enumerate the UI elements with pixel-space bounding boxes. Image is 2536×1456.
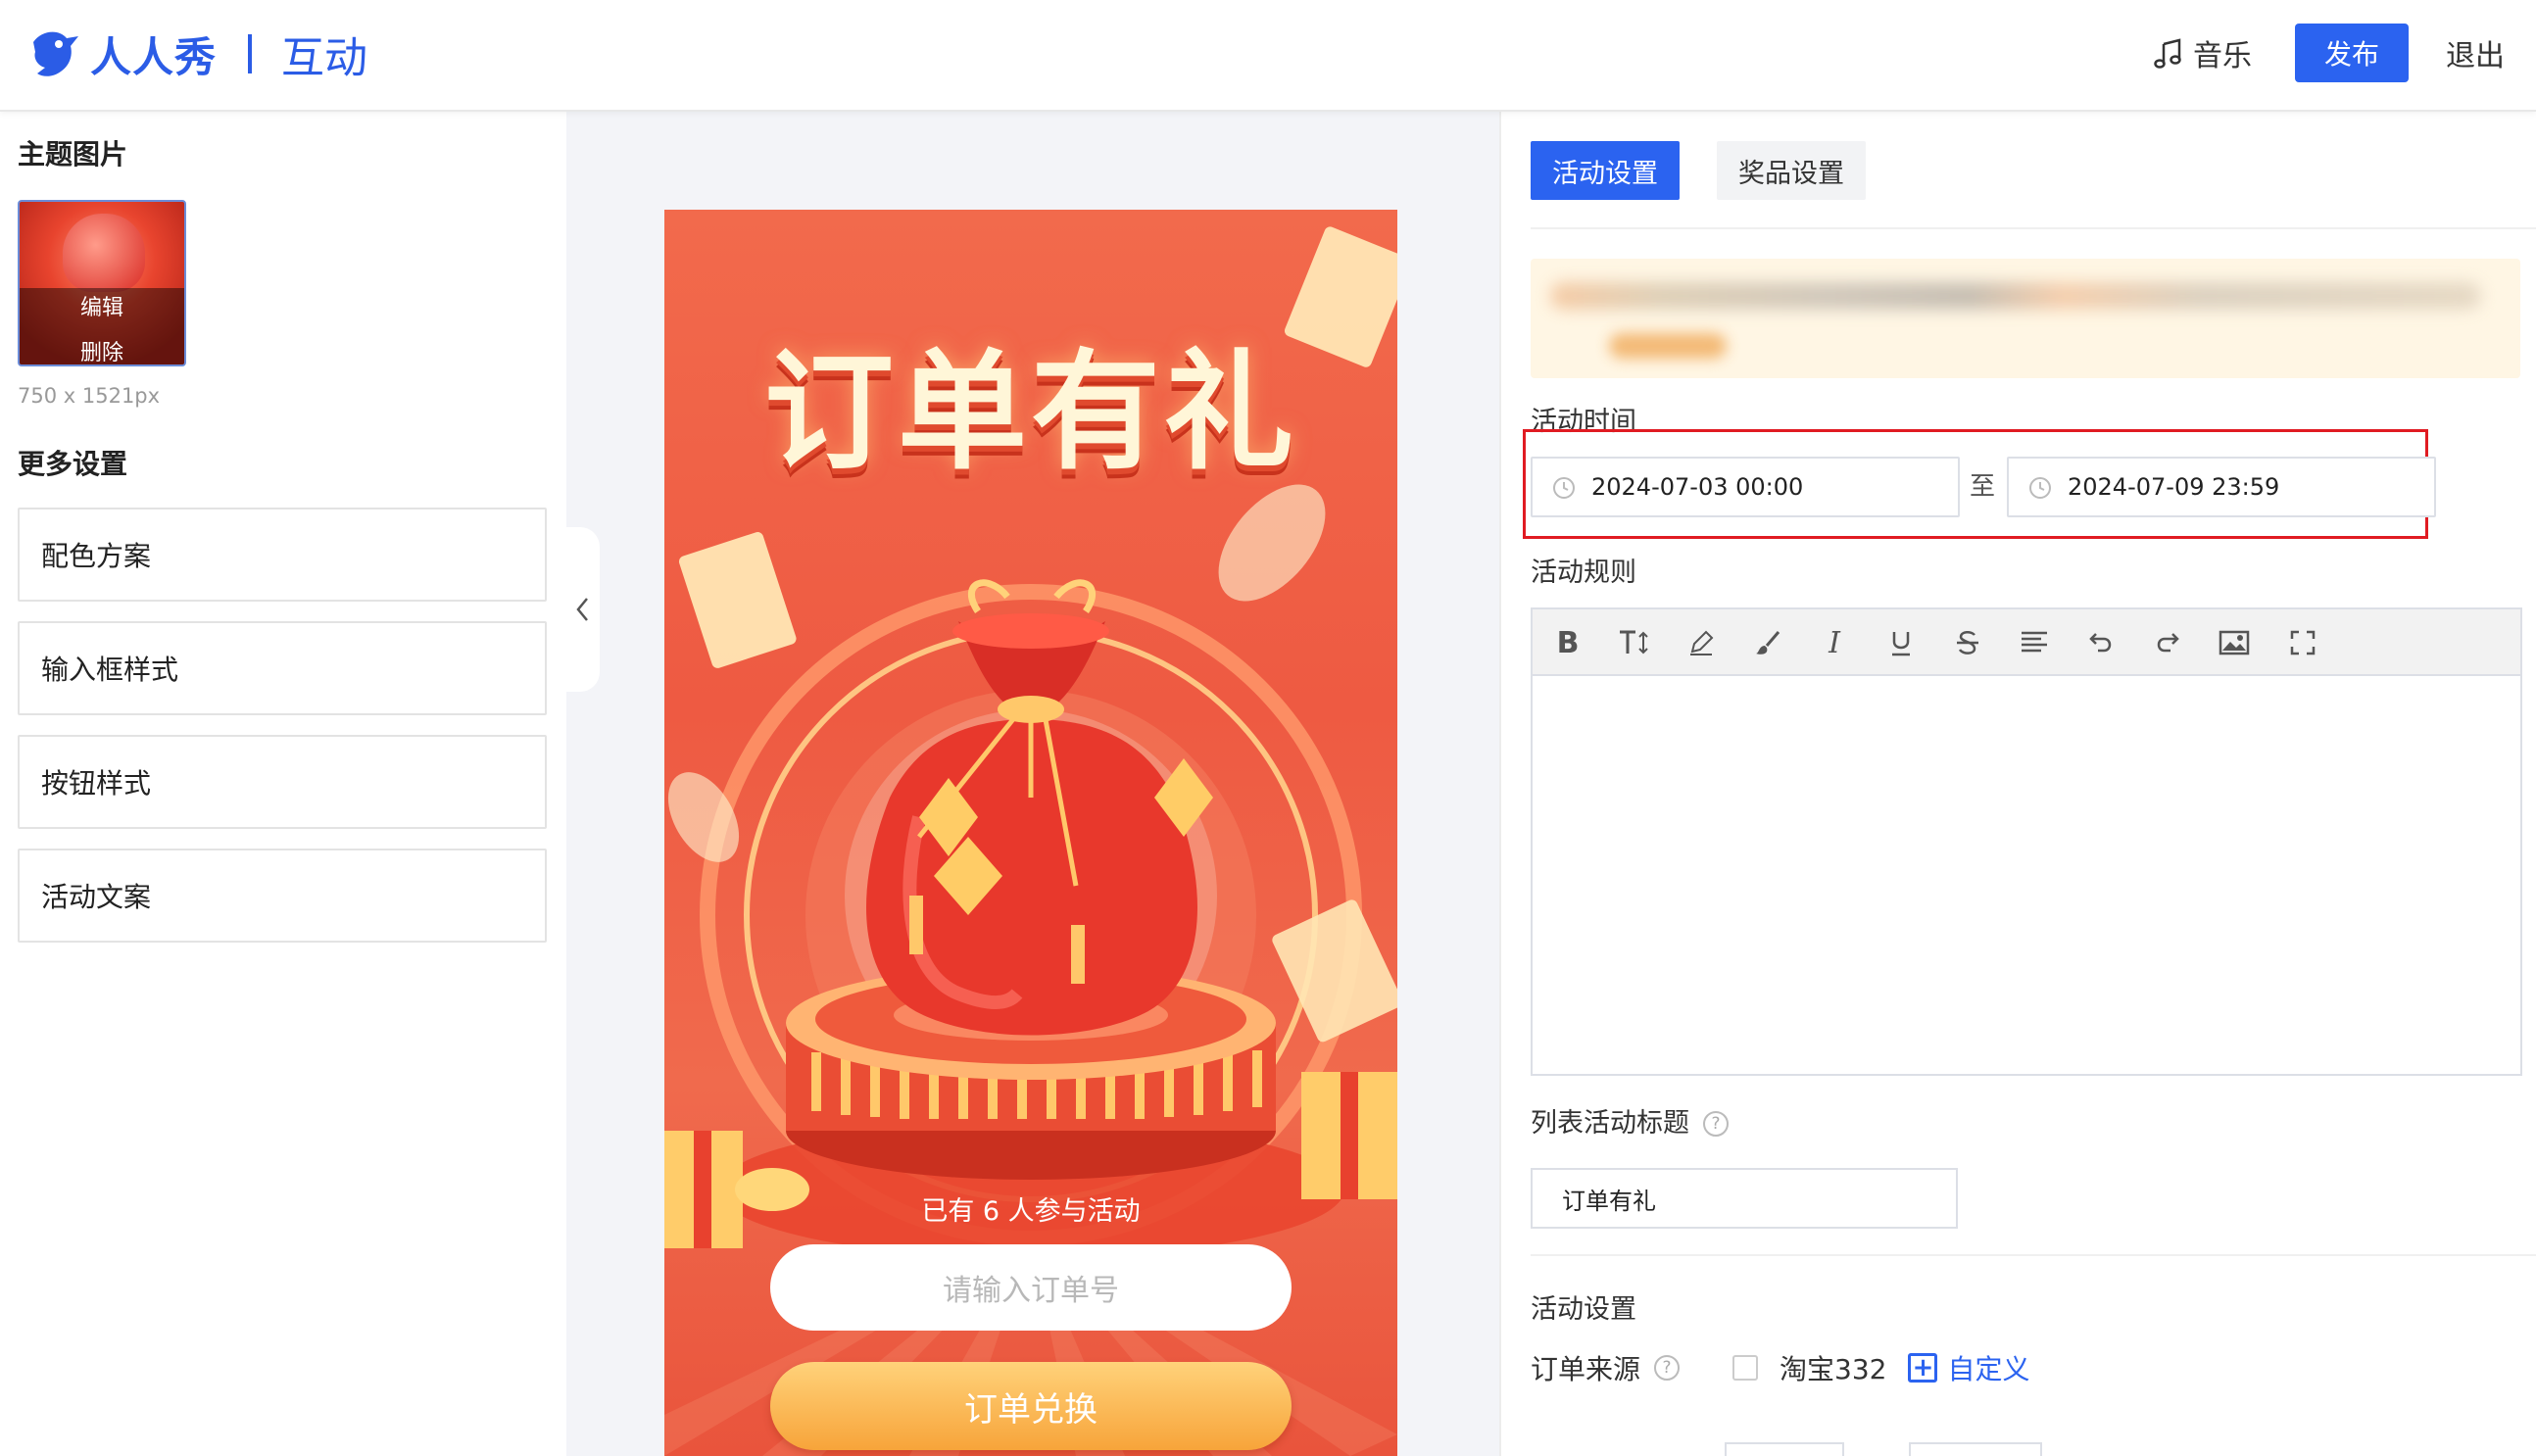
exit-button[interactable]: 退出 (2446, 29, 2505, 76)
plus-icon[interactable]: + (1908, 1353, 1938, 1383)
option-button-style[interactable]: 按钮样式 (18, 735, 547, 829)
activity-rules-label: 活动规则 (1531, 558, 1636, 588)
bird-logo-icon (33, 31, 78, 76)
list-title-label: 列表活动标题? (1531, 1101, 1729, 1140)
tab-prize-settings[interactable]: 奖品设置 (1717, 141, 1866, 200)
align-icon[interactable] (2015, 623, 2054, 662)
brand-divider (248, 34, 253, 73)
clock-icon (2029, 477, 2051, 499)
blurred-link (1609, 333, 1727, 359)
undo-icon[interactable] (2081, 623, 2121, 662)
music-label: 音乐 (2193, 39, 2252, 73)
music-button[interactable]: 音乐 (2152, 29, 2252, 76)
underline-icon[interactable] (1881, 623, 1921, 662)
theme-image-title: 主题图片 (18, 138, 128, 170)
redo-icon[interactable] (2148, 623, 2187, 662)
list-title-label-text: 列表活动标题 (1531, 1108, 1689, 1139)
section-divider (1531, 1254, 2536, 1256)
collapse-panel-button[interactable] (566, 527, 600, 692)
text-size-icon[interactable] (1615, 623, 1654, 662)
left-settings-panel: 主题图片 编辑 删除 750 x 1521px 更多设置 配色方案 输入框样式 … (0, 112, 566, 1456)
date-range-separator: 至 (1970, 472, 1996, 502)
order-redeem-button[interactable]: 订单兑换 (770, 1362, 1292, 1450)
option-color-scheme[interactable]: 配色方案 (18, 508, 547, 602)
brush-icon[interactable] (1748, 623, 1787, 662)
participation-count-input[interactable] (1725, 1442, 1844, 1456)
rules-rich-text-editor[interactable]: B I (1531, 607, 2522, 1076)
taobao-source-label: 淘宝332 (1780, 1353, 1887, 1385)
order-source-label: 订单来源 (1531, 1353, 1641, 1385)
custom-source-link[interactable]: 自定义 (1947, 1348, 2029, 1387)
participation-unit-select[interactable] (1909, 1442, 2042, 1456)
thumbnail-actions: 编辑 删除 (20, 288, 184, 364)
blurred-notice-banner (1531, 259, 2520, 378)
image-size-text: 750 x 1521px (18, 384, 161, 408)
taobao-source-checkbox[interactable] (1732, 1355, 1759, 1381)
brand-logo[interactable]: 人人秀 互动 (24, 22, 367, 86)
theme-image-thumbnail[interactable]: 编辑 删除 (18, 200, 186, 366)
list-title-input[interactable]: 订单有礼 (1531, 1168, 1958, 1229)
bold-icon[interactable]: B (1548, 623, 1587, 662)
tab-activity-settings[interactable]: 活动设置 (1531, 141, 1680, 200)
right-settings-panel: 活动设置 奖品设置 活动时间 2024-07-03 00:00 至 2024-0… (1499, 112, 2536, 1456)
editor-toolbar: B I (1533, 609, 2520, 676)
order-source-row: 订单来源 ? 淘宝332 + 自定义 (1531, 1348, 2029, 1387)
music-note-icon (2154, 38, 2181, 69)
strikethrough-icon[interactable] (1948, 623, 1987, 662)
option-activity-copy[interactable]: 活动文案 (18, 849, 547, 943)
help-icon[interactable]: ? (1654, 1355, 1681, 1381)
start-time-picker[interactable]: 2024-07-03 00:00 (1531, 457, 1960, 517)
image-icon[interactable] (2215, 623, 2254, 662)
thumbnail-bag-image (63, 214, 145, 292)
participation-limit-row-cropped (1531, 1421, 2536, 1456)
pen-icon[interactable] (1682, 623, 1721, 662)
order-number-input[interactable]: 请输入订单号 (770, 1244, 1292, 1331)
option-input-style[interactable]: 输入框样式 (18, 621, 547, 715)
top-header: 人人秀 互动 音乐 发布 退出 (0, 0, 2536, 112)
blurred-text-line (1550, 282, 2481, 310)
participant-count: 已有 6 人参与活动 (921, 1196, 1141, 1227)
end-time-value: 2024-07-09 23:59 (2068, 473, 2280, 501)
help-icon[interactable]: ? (1703, 1111, 1729, 1137)
tabs-divider (1531, 227, 2536, 229)
clock-icon (1553, 477, 1575, 499)
publish-button[interactable]: 发布 (2295, 24, 2409, 82)
start-time-value: 2024-07-03 00:00 (1591, 473, 1804, 501)
preview-area: 订单有礼 已有 6 人参与活动 请输入订单号 订单兑换 (566, 112, 1499, 1456)
fullscreen-icon[interactable] (2283, 623, 2322, 662)
brand-name: 人人秀 (90, 32, 218, 81)
brand-subtitle: 互动 (281, 33, 368, 83)
activity-settings-title: 活动设置 (1531, 1294, 1636, 1325)
thumb-delete-button[interactable]: 删除 (80, 335, 123, 364)
phone-preview: 订单有礼 已有 6 人参与活动 请输入订单号 订单兑换 (664, 210, 1397, 1456)
more-settings-title: 更多设置 (18, 448, 128, 480)
end-time-picker[interactable]: 2024-07-09 23:59 (2007, 457, 2436, 517)
preview-title: 订单有礼 (764, 337, 1297, 488)
italic-icon[interactable]: I (1815, 623, 1854, 662)
chevron-left-icon (576, 598, 588, 621)
thumb-edit-button[interactable]: 编辑 (80, 290, 123, 321)
